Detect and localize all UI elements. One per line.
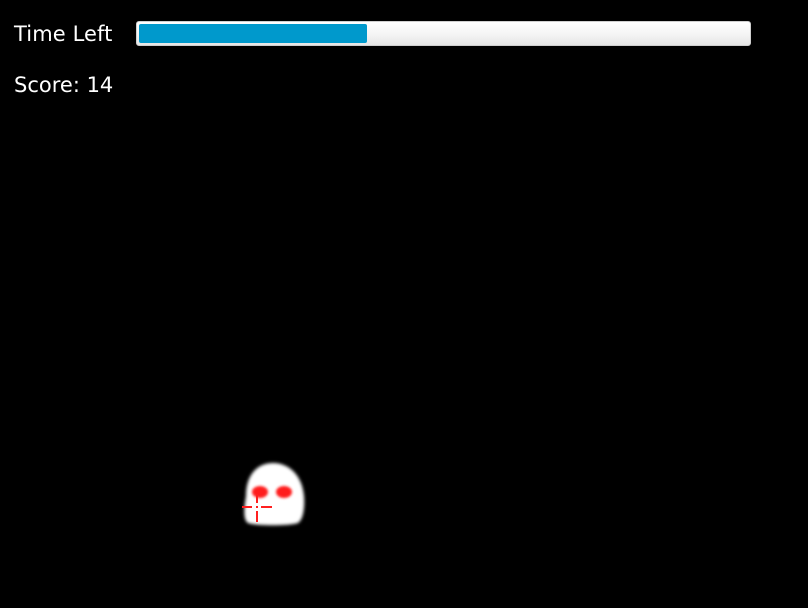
time-left-progress-fill xyxy=(139,24,367,43)
time-left-progress-bar xyxy=(136,21,751,46)
ghost-right-eye xyxy=(276,486,292,498)
game-canvas[interactable]: Time Left Score: 14 xyxy=(0,0,808,608)
time-left-label: Time Left xyxy=(14,22,113,46)
crosshair-icon xyxy=(240,494,274,524)
score-text: Score: 14 xyxy=(14,73,114,97)
